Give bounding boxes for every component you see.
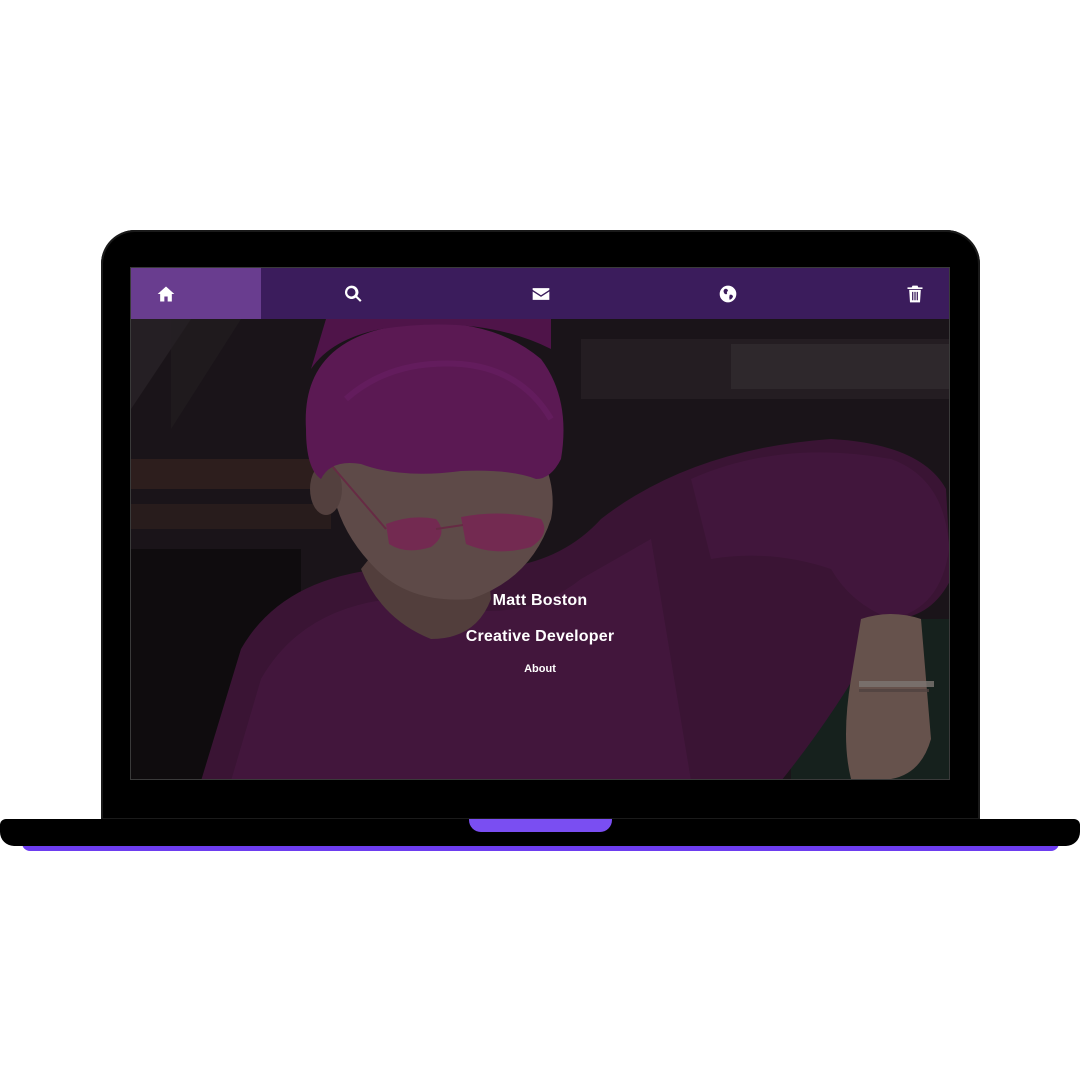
hero-section: Matt Boston Creative Developer About [131,319,949,779]
trash-icon [907,285,923,302]
hero-title: Creative Developer [465,628,615,645]
nav-search[interactable] [329,268,377,319]
nav-home[interactable] [131,268,261,319]
home-icon [157,286,175,301]
nav-trash[interactable] [891,268,939,319]
nav-globe[interactable] [704,268,752,319]
browser-viewport: Matt Boston Creative Developer About [130,267,950,780]
laptop-mockup: Matt Boston Creative Developer About [0,0,1080,1080]
laptop-notch [469,819,612,832]
top-navigation [131,268,949,319]
hero-dark-overlay [131,319,949,779]
envelope-icon [532,287,550,300]
search-icon [344,285,362,302]
hero-name: Matt Boston [492,592,588,609]
about-link[interactable]: About [131,663,949,675]
nav-mail[interactable] [517,268,565,319]
globe-icon [719,285,737,302]
